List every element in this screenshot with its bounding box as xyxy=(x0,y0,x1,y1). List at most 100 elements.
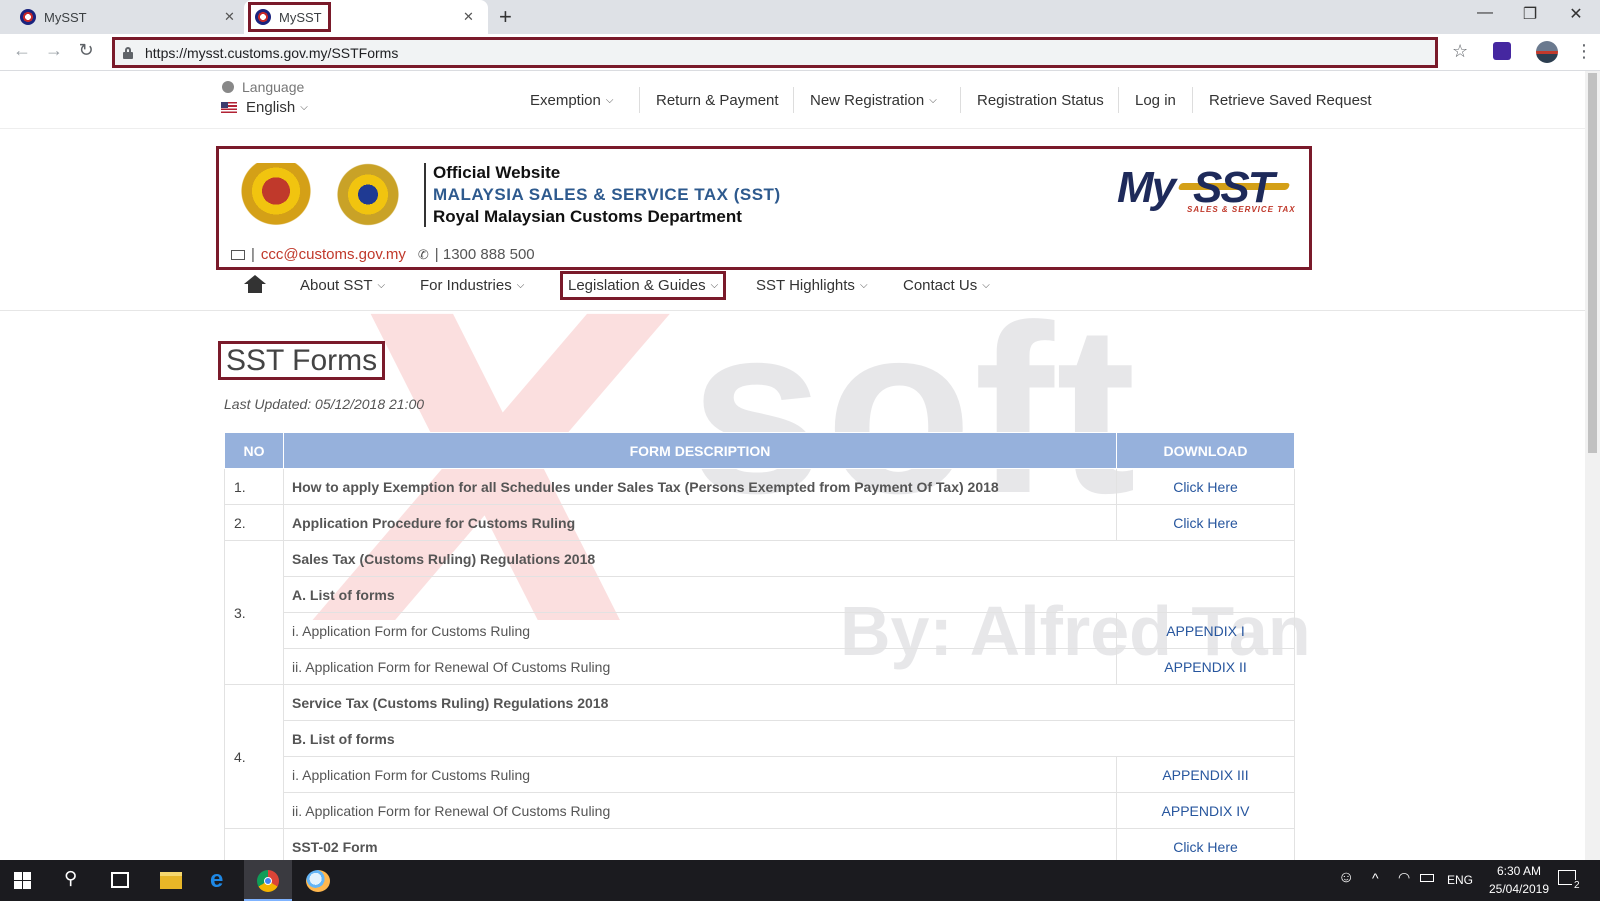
tab-title: MySST xyxy=(44,9,87,25)
task-view-icon[interactable] xyxy=(111,872,129,888)
forward-icon[interactable]: → xyxy=(42,40,66,61)
download-link[interactable]: APPENDIX IV xyxy=(1116,792,1295,829)
topnav-exemption[interactable]: Exemption ⌵ xyxy=(530,71,613,129)
chevron-down-icon: ⌵ xyxy=(982,280,990,291)
chevron-down-icon: ⌵ xyxy=(929,94,937,106)
close-window-icon[interactable]: ✕ xyxy=(1556,4,1596,24)
table-row: 4. Service Tax (Customs Ruling) Regulati… xyxy=(224,684,1295,829)
browser-toolbar: ← → ↻ https://mysst.customs.gov.my/SSTFo… xyxy=(0,34,1600,71)
table-row: i. Application Form for Customs Ruling A… xyxy=(225,756,1295,793)
paint-app-icon[interactable] xyxy=(306,870,330,892)
scrollbar-thumb[interactable] xyxy=(1588,73,1597,453)
page-title: SST Forms xyxy=(218,341,386,380)
language-label: Language xyxy=(222,79,304,95)
mysst-logo[interactable]: My SST SALES & SERVICE TAX xyxy=(1117,163,1299,215)
active-tab-highlight: MySST xyxy=(248,2,331,32)
web-page: X soft By: Alfred Tan Language English ⌵… xyxy=(0,71,1585,860)
header-banner: Official Website MALAYSIA SALES & SERVIC… xyxy=(216,146,1312,270)
tab-title: MySST xyxy=(279,9,322,25)
nav-legislation-guides[interactable]: Legislation & Guides ⌵ xyxy=(560,271,727,300)
favicon-icon xyxy=(20,9,36,25)
chevron-down-icon: ⌵ xyxy=(300,102,308,113)
chevron-down-icon: ⌵ xyxy=(377,280,386,291)
nav-about-sst[interactable]: About SST ⌵ xyxy=(300,277,385,294)
clock-date[interactable]: 25/04/2019 xyxy=(1481,882,1557,896)
battery-icon[interactable] xyxy=(1420,874,1434,882)
taskbar: ⚲ e ☺ ^ ◠ ENG 6:30 AM 25/04/2019 2 xyxy=(0,860,1600,901)
download-link[interactable]: Click Here xyxy=(1116,468,1295,505)
show-hidden-icons-icon[interactable]: ^ xyxy=(1372,870,1379,886)
menu-kebab-icon[interactable]: ⋮ xyxy=(1575,41,1593,62)
minimize-icon[interactable]: — xyxy=(1465,4,1505,22)
network-icon[interactable]: ◠ xyxy=(1398,869,1410,886)
topnav-registration-status[interactable]: Registration Status xyxy=(977,71,1104,129)
download-link[interactable]: APPENDIX III xyxy=(1116,756,1295,793)
bookmark-star-icon[interactable]: ☆ xyxy=(1452,41,1468,62)
browser-tab-active[interactable]: MySST ✕ xyxy=(244,0,488,34)
page-scrollbar[interactable] xyxy=(1585,71,1600,860)
browser-tab[interactable]: MySST ✕ xyxy=(0,0,244,34)
divider xyxy=(424,163,426,227)
download-link[interactable]: APPENDIX I xyxy=(1116,612,1295,649)
forms-table: NO FORM DESCRIPTION DOWNLOAD 1. How to a… xyxy=(224,432,1295,860)
address-bar[interactable]: https://mysst.customs.gov.my/SSTForms xyxy=(112,37,1438,68)
table-row: B. List of forms xyxy=(225,720,1295,757)
table-row: A. List of forms xyxy=(225,576,1295,613)
lock-icon xyxy=(123,46,133,59)
nav-for-industries[interactable]: For Industries ⌵ xyxy=(420,277,524,294)
table-row: i. Application Form for Customs Ruling A… xyxy=(225,612,1295,649)
chevron-down-icon: ⌵ xyxy=(605,94,614,106)
close-tab-icon[interactable]: ✕ xyxy=(224,9,235,25)
chrome-taskbar-item[interactable] xyxy=(244,860,292,901)
extension-icon[interactable] xyxy=(1493,42,1511,60)
restore-icon[interactable]: ❐ xyxy=(1510,4,1550,24)
tab-strip: MySST ✕ MySST ✕ + — ❐ ✕ xyxy=(0,0,1600,34)
home-icon[interactable] xyxy=(244,275,266,295)
reload-icon[interactable]: ↻ xyxy=(74,40,98,61)
language-select[interactable]: English ⌵ xyxy=(221,99,308,116)
table-row: ii. Application Form for Renewal Of Cust… xyxy=(225,648,1295,685)
notification-count: 2 xyxy=(1572,880,1582,891)
topnav-return-payment[interactable]: Return & Payment xyxy=(656,71,779,129)
table-row: SST-02 Form Click Here xyxy=(224,828,1295,860)
header-form-description: FORM DESCRIPTION xyxy=(283,432,1117,469)
profile-avatar[interactable] xyxy=(1536,41,1558,63)
us-flag-icon xyxy=(221,102,237,113)
clock-time[interactable]: 6:30 AM xyxy=(1489,864,1549,878)
nav-sst-highlights[interactable]: SST Highlights ⌵ xyxy=(756,277,868,294)
header-no: NO xyxy=(224,432,284,469)
download-link[interactable]: Click Here xyxy=(1116,504,1295,541)
chevron-down-icon: ⌵ xyxy=(710,280,719,291)
new-tab-icon[interactable]: + xyxy=(499,4,512,30)
back-icon[interactable]: ← xyxy=(10,40,34,61)
email-link[interactable]: ccc@customs.gov.my xyxy=(261,246,406,263)
edge-browser-icon[interactable]: e xyxy=(210,866,223,894)
header-download: DOWNLOAD xyxy=(1116,432,1295,469)
table-row: 1. How to apply Exemption for all Schedu… xyxy=(224,468,1295,505)
nav-contact-us[interactable]: Contact Us ⌵ xyxy=(903,277,990,294)
download-link[interactable]: Click Here xyxy=(1116,828,1295,860)
file-explorer-icon[interactable] xyxy=(160,872,182,889)
topnav-new-registration[interactable]: New Registration ⌵ xyxy=(810,71,937,129)
topnav-login[interactable]: Log in xyxy=(1135,71,1176,129)
banner-line2: MALAYSIA SALES & SERVICE TAX (SST) xyxy=(433,185,781,204)
last-updated: Last Updated: 05/12/2018 21:00 xyxy=(224,396,425,412)
contact-info: | ccc@customs.gov.my ✆ | 1300 888 500 xyxy=(231,246,535,263)
language-indicator[interactable]: ENG xyxy=(1447,873,1473,887)
topnav-retrieve-saved-request[interactable]: Retrieve Saved Request xyxy=(1209,71,1372,129)
main-nav: About SST ⌵ For Industries ⌵ Legislation &… xyxy=(0,271,1585,311)
table-row: 2. Application Procedure for Customs Rul… xyxy=(224,504,1295,541)
windows-start-icon[interactable] xyxy=(14,872,31,889)
banner-line3: Royal Malaysian Customs Department xyxy=(433,207,742,226)
envelope-icon xyxy=(231,249,245,260)
people-icon[interactable]: ☺ xyxy=(1338,869,1354,887)
customs-crest-icon xyxy=(325,163,411,233)
chevron-down-icon: ⌵ xyxy=(516,280,525,291)
download-link[interactable]: APPENDIX II xyxy=(1116,648,1295,685)
malaysia-coat-of-arms-icon xyxy=(233,163,319,233)
table-row: ii. Application Form for Renewal Of Cust… xyxy=(225,792,1295,829)
close-tab-icon[interactable]: ✕ xyxy=(463,9,474,25)
top-bar: Language English ⌵ Exemption ⌵ Return & P… xyxy=(0,71,1585,129)
phone-number: 1300 888 500 xyxy=(442,246,535,263)
search-icon[interactable]: ⚲ xyxy=(64,868,77,889)
